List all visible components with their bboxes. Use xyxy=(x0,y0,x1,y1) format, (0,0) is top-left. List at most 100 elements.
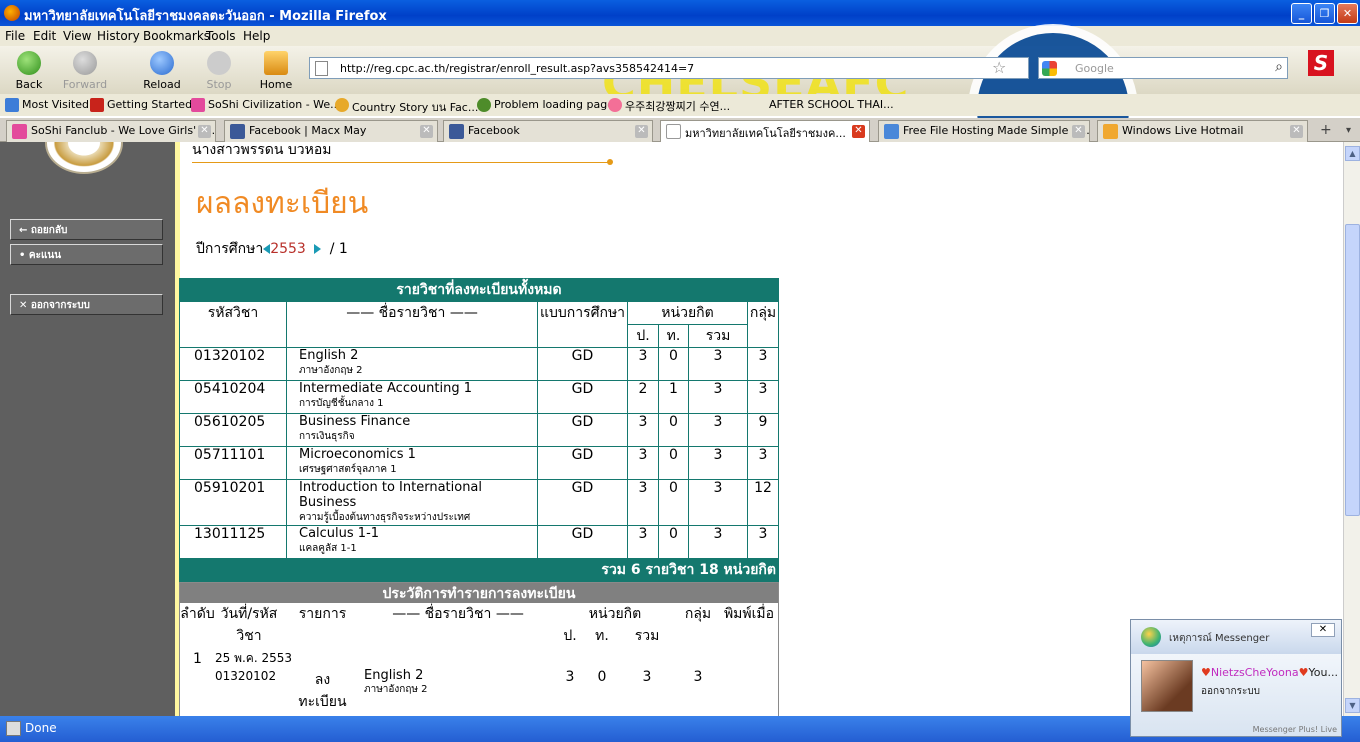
bookmarks-toolbar: Most Visited Getting Started SoShi Civil… xyxy=(0,94,1360,116)
col-header-lecture: ป. xyxy=(627,324,659,348)
study-type: GD xyxy=(537,413,628,447)
course-name: Introduction to International Business คว… xyxy=(286,479,538,526)
bookmark-label: AFTER SCHOOL THAI... xyxy=(769,98,894,111)
table-row: 05711101 Microeconomics 1 เศรษฐศาสตร์จุลภา… xyxy=(179,446,779,480)
lecture-credit: 3 xyxy=(627,479,659,526)
back-menu-button[interactable]: ← ถอยกลับ xyxy=(10,219,163,240)
scroll-up-icon[interactable]: ▲ xyxy=(1345,146,1360,161)
tab-close-icon[interactable]: ✕ xyxy=(852,125,865,138)
s-addon-button[interactable]: S xyxy=(1308,50,1334,76)
messenger-notification[interactable]: เหตุการณ์ Messenger ✕ ♥NietzsCheYoona♥Yo… xyxy=(1130,619,1342,737)
bookmark-star-icon[interactable]: ☆ xyxy=(992,58,1006,77)
lab-credit: 0 xyxy=(658,446,689,480)
dash-right: —— xyxy=(495,606,524,622)
bookmark-soshi[interactable]: SoShi Civilization - We... xyxy=(189,98,341,112)
tab-label: Facebook | Macx May xyxy=(249,124,367,137)
tab-soshi[interactable]: SoShi Fanclub - We Love Girls' G... ✕ xyxy=(6,120,216,142)
grades-menu-button[interactable]: • คะแนน xyxy=(10,244,163,265)
restore-button[interactable]: ❐ xyxy=(1314,3,1335,24)
vertical-scrollbar[interactable]: ▲ ▼ xyxy=(1343,142,1360,716)
study-type: GD xyxy=(537,479,628,526)
menu-history[interactable]: History xyxy=(97,29,140,43)
bookmark-label: SoShi Civilization - We... xyxy=(208,98,341,111)
home-button[interactable]: Home xyxy=(250,50,302,92)
col-header-credit: หน่วยกิต xyxy=(627,301,748,325)
stop-button[interactable]: Stop xyxy=(193,50,245,92)
back-button[interactable]: Back xyxy=(3,50,55,92)
forward-button[interactable]: Forward xyxy=(59,50,111,92)
tab-close-icon[interactable]: ✕ xyxy=(198,125,211,138)
tab-hotmail[interactable]: Windows Live Hotmail ✕ xyxy=(1097,120,1308,142)
scroll-down-icon[interactable]: ▼ xyxy=(1345,698,1360,713)
history-row-spacer xyxy=(362,647,778,669)
next-year-arrow-icon[interactable] xyxy=(313,244,321,254)
menu-help[interactable]: Help xyxy=(243,29,270,43)
lecture-credit: 2 xyxy=(627,380,659,414)
course-name: Intermediate Accounting 1 การบัญชีชั้นกลา… xyxy=(286,380,538,414)
reload-button[interactable]: Reload xyxy=(136,50,188,92)
study-type: GD xyxy=(537,525,628,559)
col-header-seq: ลำดับ xyxy=(180,606,215,622)
enrollment-history-panel: ประวัติการทำรายการลงทะเบียน ลำดับ วันที่… xyxy=(179,582,779,716)
bookmark-label: Getting Started xyxy=(107,98,193,111)
lecture-credit: 3 xyxy=(627,446,659,480)
menu-bookmarks[interactable]: Bookmarks xyxy=(143,29,210,43)
messenger-close-button[interactable]: ✕ xyxy=(1311,623,1335,637)
col-header-name: —— ชื่อรายวิชา —— xyxy=(286,301,538,348)
bookmark-problem[interactable]: Problem loading page xyxy=(475,98,614,112)
bookmark-icon xyxy=(191,98,205,112)
history-date: 25 พ.ค. 2553 xyxy=(215,651,293,665)
tab-university[interactable]: มหาวิทยาลัยเทคโนโลยีราชมงค... ✕ xyxy=(660,120,870,143)
group: 3 xyxy=(747,446,779,480)
col-header-lab: ท. xyxy=(658,324,689,348)
tab-facebook-macx[interactable]: Facebook | Macx May ✕ xyxy=(224,120,438,142)
arrow-left-icon: ← xyxy=(19,225,28,236)
course-code: 01320102 xyxy=(179,347,287,381)
grades-menu-label: คะแนน xyxy=(28,250,62,261)
course-name: English 2 ภาษาอังกฤษ 2 xyxy=(286,347,538,381)
messenger-title: เหตุการณ์ Messenger xyxy=(1169,633,1270,644)
hotmail-icon xyxy=(1103,124,1118,139)
new-tab-button[interactable]: + xyxy=(1320,122,1332,138)
url-text: http://reg.cpc.ac.th/registrar/enroll_re… xyxy=(340,62,695,75)
tab-facebook[interactable]: Facebook ✕ xyxy=(443,120,653,142)
col-header-name: —— ชื่อรายวิชา —— xyxy=(362,603,554,647)
tab-close-icon[interactable]: ✕ xyxy=(1072,125,1085,138)
course-code: 13011125 xyxy=(179,525,287,559)
study-type: GD xyxy=(537,380,628,414)
minimize-button[interactable]: _ xyxy=(1291,3,1312,24)
bookmark-korean[interactable]: 우주최강짱찌기 수연... xyxy=(606,98,730,114)
course-name-th: ภาษาอังกฤษ 2 xyxy=(299,365,363,376)
tab-label: Free File Hosting Made Simple - ... xyxy=(903,124,1090,137)
history-course-code: 01320102 xyxy=(215,669,277,683)
total-credit: 3 xyxy=(688,525,748,559)
menu-view[interactable]: View xyxy=(63,29,91,43)
menu-file[interactable]: File xyxy=(5,29,25,43)
bookmark-icon xyxy=(752,98,766,112)
scroll-thumb[interactable] xyxy=(1345,224,1360,516)
menu-edit[interactable]: Edit xyxy=(33,29,56,43)
search-box[interactable]: Google ⌕ xyxy=(1038,57,1288,79)
tab-label: SoShi Fanclub - We Love Girls' G... xyxy=(31,124,216,137)
window-titlebar: มหาวิทยาลัยเทคโนโลยีราชมงคลตะวันออก - Mo… xyxy=(0,0,1360,26)
bookmark-most-visited[interactable]: Most Visited xyxy=(3,98,89,112)
tab-close-icon[interactable]: ✕ xyxy=(420,125,433,138)
lecture-credit: 3 xyxy=(627,347,659,381)
tab-list-chevron-down-icon[interactable]: ▾ xyxy=(1346,125,1351,136)
history-lecture: 3 xyxy=(565,669,575,685)
tab-close-icon[interactable]: ✕ xyxy=(635,125,648,138)
close-button[interactable]: ✕ xyxy=(1337,3,1358,24)
lab-credit: 0 xyxy=(658,413,689,447)
stop-icon xyxy=(207,51,231,75)
menu-tools[interactable]: Tools xyxy=(206,29,236,43)
search-magnifier-icon[interactable]: ⌕ xyxy=(1275,59,1283,75)
address-bar[interactable]: http://reg.cpc.ac.th/registrar/enroll_re… xyxy=(309,57,1029,79)
tab-close-icon[interactable]: ✕ xyxy=(1290,125,1303,138)
bookmark-after-school[interactable]: AFTER SCHOOL THAI... xyxy=(750,98,894,111)
bookmark-country-story[interactable]: Country Story บน Fac... xyxy=(333,98,478,116)
tab-file-hosting[interactable]: Free File Hosting Made Simple - ... ✕ xyxy=(878,120,1090,142)
group: 3 xyxy=(747,380,779,414)
bookmark-getting-started[interactable]: Getting Started xyxy=(88,98,193,112)
history-row: 01320102 ลงทะเบียน English 2 ภาษาอังกฤษ 2… xyxy=(180,669,778,713)
logout-menu-button[interactable]: ✕ ออกจากระบบ xyxy=(10,294,163,315)
